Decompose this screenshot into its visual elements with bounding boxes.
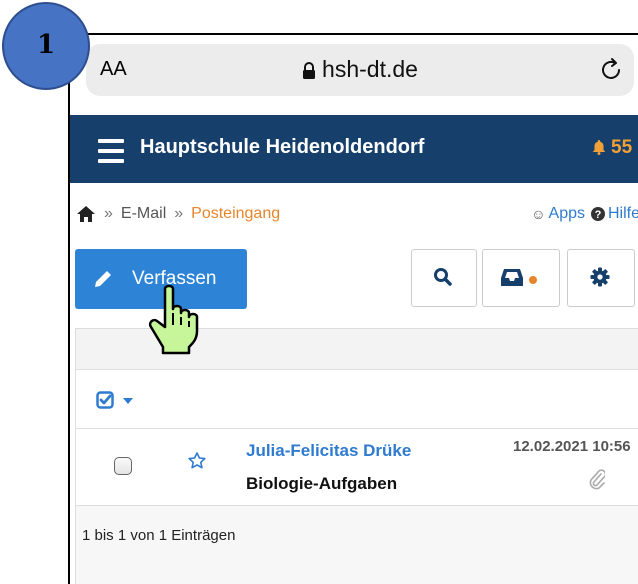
home-icon[interactable] (76, 205, 96, 223)
entries-count: 1 bis 1 von 1 Einträgen (82, 527, 236, 544)
message-row[interactable]: Julia-Felicitas Drüke 12.02.2021 10:56 B… (76, 429, 638, 506)
message-panel: Julia-Felicitas Drüke 12.02.2021 10:56 B… (75, 328, 638, 584)
unread-dot-icon (529, 276, 537, 284)
chevron-down-icon[interactable] (123, 398, 133, 404)
lock-icon (303, 61, 316, 79)
message-subject[interactable]: Biologie-Aufgaben (246, 474, 397, 494)
paperclip-icon (589, 469, 605, 490)
url-display[interactable]: hsh-dt.de (86, 56, 634, 83)
reload-icon[interactable] (600, 56, 624, 82)
step-number: 1 (36, 30, 56, 60)
svg-text:?: ? (595, 209, 602, 221)
hand-pointer-icon (148, 284, 199, 355)
gear-icon (590, 267, 610, 287)
step-number-badge: 1 (2, 2, 90, 90)
settings-button[interactable] (567, 249, 635, 307)
breadcrumb: » E-Mail » Posteingang (76, 205, 280, 223)
breadcrumb-separator: » (104, 205, 113, 222)
mailbox-button[interactable] (482, 249, 560, 307)
top-navbar: Hauptschule Heidenoldendorf 55 (70, 115, 638, 183)
breadcrumb-email[interactable]: E-Mail (121, 205, 166, 223)
help-link[interactable]: Hilfe (608, 205, 638, 223)
check-square-icon[interactable] (96, 391, 114, 409)
star-icon[interactable] (188, 452, 206, 469)
pencil-icon (95, 271, 111, 287)
bell-icon[interactable] (592, 139, 606, 155)
message-date: 12.02.2021 10:56 (513, 438, 631, 455)
site-title[interactable]: Hauptschule Heidenoldendorf (140, 136, 424, 159)
message-sender[interactable]: Julia-Felicitas Drüke (246, 441, 411, 461)
header-links: ☺ Apps ? Hilfe (531, 205, 638, 223)
apps-link[interactable]: Apps (549, 205, 585, 223)
selection-toolbar (76, 370, 638, 429)
message-checkbox[interactable] (114, 457, 132, 475)
breadcrumb-separator: » (174, 205, 184, 222)
search-button[interactable] (411, 249, 477, 307)
domain-text: hsh-dt.de (322, 56, 418, 82)
menu-icon[interactable] (98, 139, 124, 169)
help-icon: ? (590, 207, 605, 221)
breadcrumb-inbox: Posteingang (191, 205, 281, 222)
address-bar[interactable]: AA hsh-dt.de (86, 44, 634, 96)
search-icon (434, 268, 452, 286)
smiley-icon: ☺ (531, 206, 546, 222)
list-footer: 1 bis 1 von 1 Einträgen (76, 506, 638, 584)
inbox-icon (501, 269, 523, 286)
notification-count[interactable]: 55 (611, 137, 632, 159)
